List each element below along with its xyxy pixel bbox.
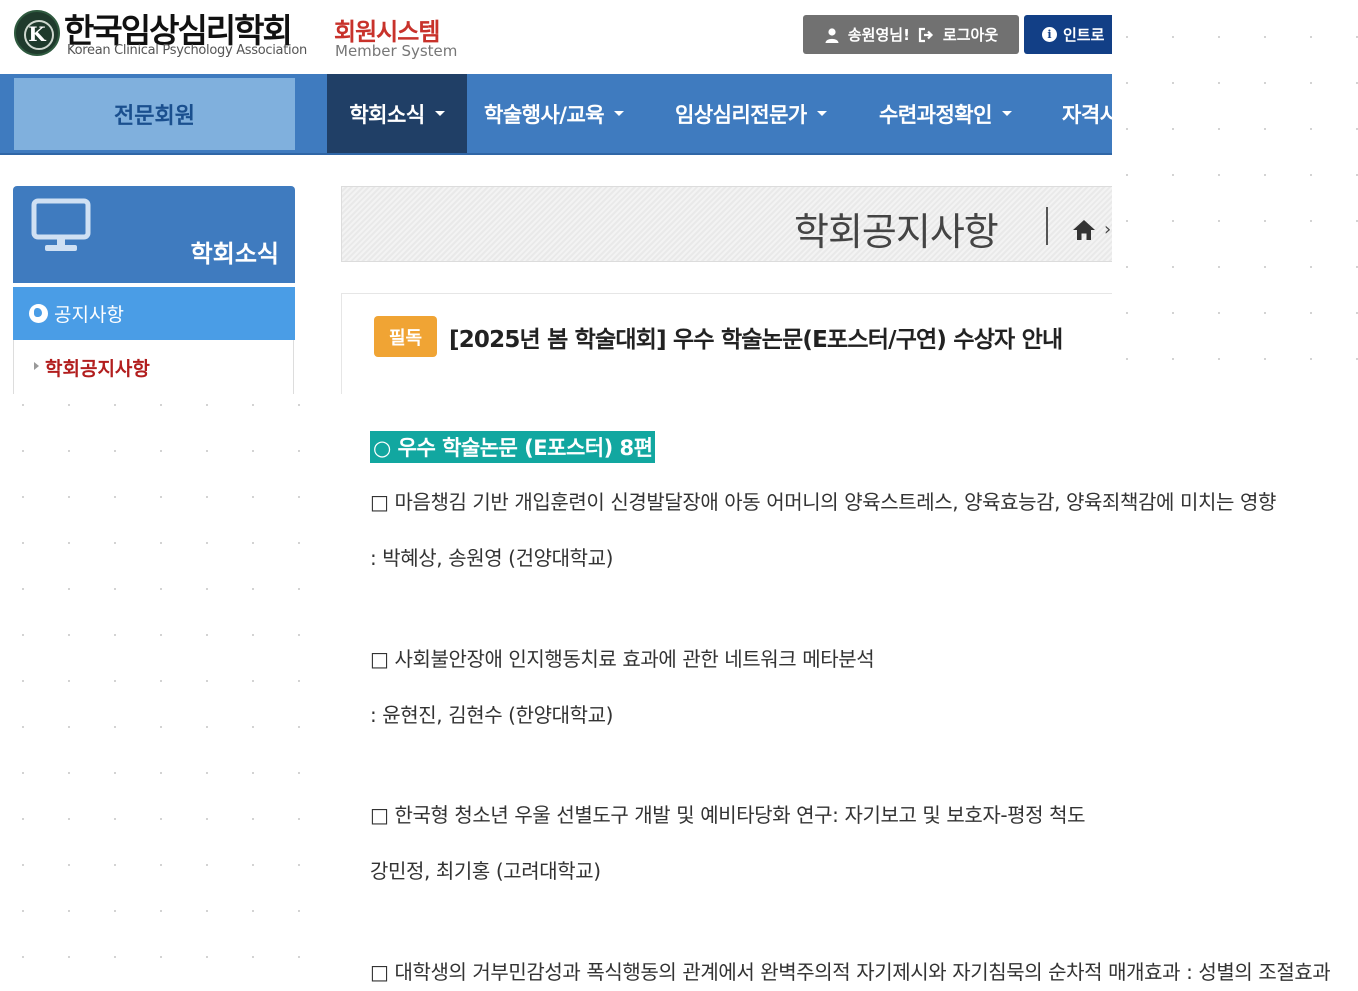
caret-down-icon — [434, 111, 445, 116]
post-header: 필독 [2025년 봄 학술대회] 우수 학술논문(E포스터/구연) 수상자 안… — [341, 293, 1112, 394]
paper-title-1: □ 마음챙김 기반 개입훈련이 신경발달장애 아동 어머니의 양육스트레스, 양… — [370, 490, 1276, 514]
caret-down-icon — [1001, 111, 1012, 116]
paper-title-4: □ 대학생의 거부민감성과 폭식행동의 관계에서 완벽주의적 자기제시와 자기침… — [370, 960, 1331, 984]
must-read-badge: 필독 — [374, 316, 437, 357]
nav-item-label: 학회소식 — [349, 102, 425, 127]
logout-label: 로그아웃 — [942, 26, 999, 44]
paper-authors-2: : 윤현진, 김현수 (한양대학교) — [370, 703, 613, 727]
nav-item-news[interactable]: 학회소식 — [327, 74, 467, 153]
logo-english: Korean Clinical Psychology Association — [67, 43, 307, 58]
logo-emblem-letter: K — [28, 22, 46, 46]
nav-item-label: 수련과정확인 — [879, 102, 992, 127]
page-title: 학회공지사항 — [794, 210, 999, 254]
logo-emblem[interactable]: K — [14, 10, 60, 56]
nav-item-label: 임상심리전문가 — [675, 102, 807, 127]
intro-label: 인트로 — [1063, 26, 1105, 44]
user-icon — [825, 27, 839, 43]
page-title-bar: 학회공지사항 › — [341, 186, 1112, 262]
title-separator — [1046, 207, 1048, 245]
home-icon[interactable] — [1072, 219, 1096, 241]
nav-item-academic-events[interactable]: 학술행사/교육 — [484, 74, 625, 153]
site-top: K 한국임상심리학회 Korean Clinical Psychology As… — [0, 0, 1112, 394]
triangle-right-icon — [34, 362, 39, 370]
section-heading: ○ 우수 학술논문 (E포스터) 8편 — [370, 431, 656, 463]
caret-down-icon — [614, 111, 625, 116]
nav-item-qualification[interactable]: 자격시 — [1062, 74, 1112, 153]
main-nav: 전문회원 학회소식 학술행사/교육 임상심리전문가 수련과정확인 자격시 — [0, 74, 1112, 155]
intro-button[interactable]: i 인트로 — [1024, 15, 1112, 54]
nav-member-tab[interactable]: 전문회원 — [14, 78, 295, 150]
sidebar-item-notice[interactable]: 공지사항 — [13, 287, 295, 340]
sidebar-subitem-label: 학회공지사항 — [45, 358, 150, 380]
user-logout-button[interactable]: 송원영님! 로그아웃 — [803, 15, 1019, 54]
nav-item-label: 학술행사/교육 — [484, 102, 605, 127]
sidebar-subitem-society-notice[interactable]: 학회공지사항 — [13, 340, 294, 394]
post-title: [2025년 봄 학술대회] 우수 학술논문(E포스터/구연) 수상자 안내 — [449, 327, 1063, 353]
caret-down-icon — [816, 111, 827, 116]
paper-authors-1: : 박혜상, 송원영 (건양대학교) — [370, 546, 613, 570]
nav-item-training-check[interactable]: 수련과정확인 — [879, 74, 1012, 153]
paper-title-2: □ 사회불안장애 인지행동치료 효과에 관한 네트워크 메타분석 — [370, 647, 875, 671]
nav-item-label: 자격시 — [1062, 102, 1112, 127]
globe-icon — [29, 304, 48, 323]
breadcrumb-arrow: › — [1104, 219, 1112, 240]
nav-item-clinical-expert[interactable]: 임상심리전문가 — [675, 74, 827, 153]
sidebar-item-label: 공지사항 — [54, 304, 124, 326]
user-greeting: 송원영님! — [847, 26, 910, 44]
sidebar-header: 학회소식 — [13, 186, 295, 283]
paper-title-3: □ 한국형 청소년 우울 선별도구 개발 및 예비타당화 연구: 자기보고 및 … — [370, 803, 1086, 827]
logout-icon — [918, 27, 933, 42]
system-title-english: Member System — [335, 42, 458, 60]
paper-authors-3: 강민정, 최기홍 (고려대학교) — [370, 859, 601, 883]
info-icon: i — [1042, 27, 1057, 42]
monitor-icon — [31, 198, 91, 251]
sidebar-section-title: 학회소식 — [190, 240, 279, 268]
post-body — [341, 394, 1358, 991]
